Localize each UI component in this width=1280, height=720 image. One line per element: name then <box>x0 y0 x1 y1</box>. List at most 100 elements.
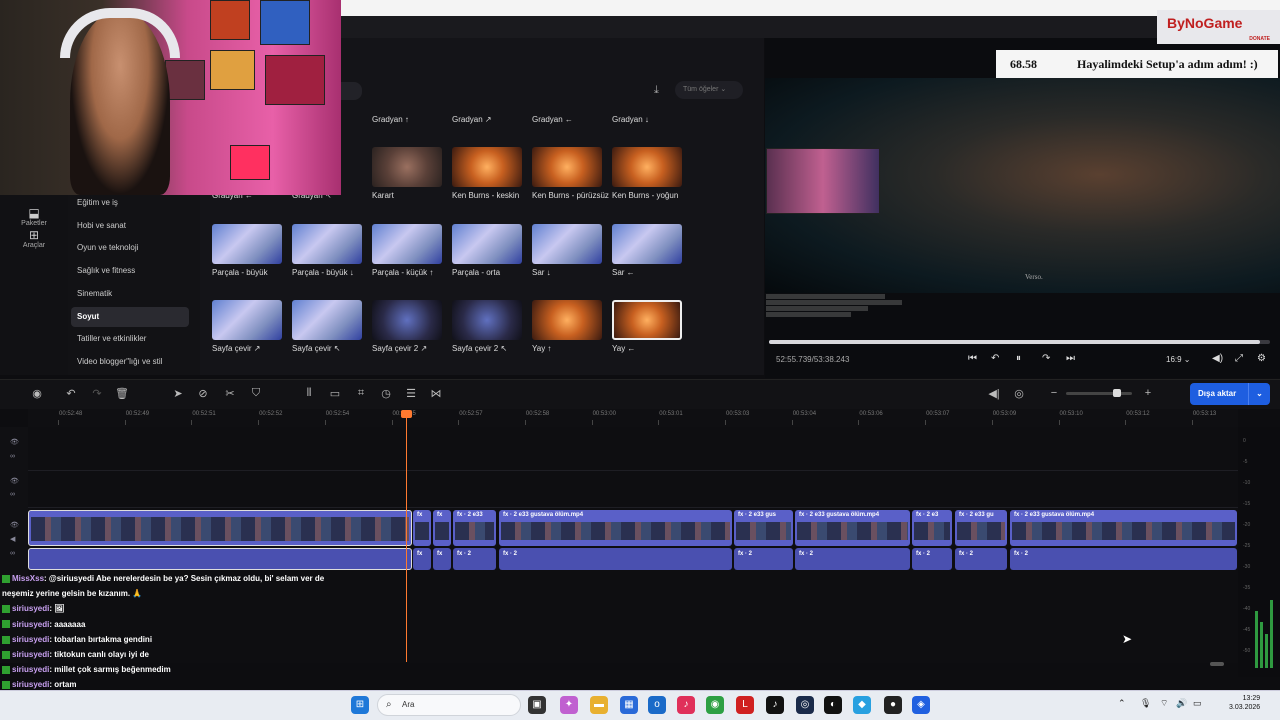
split-icon[interactable]: ⫴ <box>302 387 316 400</box>
volume-icon[interactable]: ◀) <box>1212 353 1223 364</box>
effect-thumbnail[interactable] <box>372 224 442 264</box>
video-clip[interactable]: fx · 2 e3 <box>912 510 952 546</box>
tiktok-icon[interactable]: ♪ <box>766 696 784 714</box>
effect-thumbnail[interactable] <box>452 147 522 187</box>
app-blue-icon[interactable]: ◆ <box>853 696 871 714</box>
steam-icon[interactable]: ◎ <box>796 696 814 714</box>
video-clip[interactable]: fx · 2 e33 gus <box>734 510 793 546</box>
video-clip[interactable]: fx · 2 e33 gustava ölüm.mp4 <box>499 510 732 546</box>
effect-thumbnail[interactable] <box>212 224 282 264</box>
effect-thumbnail[interactable] <box>372 300 442 340</box>
search-input[interactable] <box>340 82 362 100</box>
fullscreen-icon[interactable]: ⤢ <box>1235 353 1243 364</box>
audio-clip[interactable]: fx <box>413 548 431 570</box>
link-icon[interactable]: ∞ <box>10 491 15 498</box>
cut-icon[interactable]: ✂ <box>223 387 237 400</box>
export-button[interactable]: Dışa aktar ⌄ <box>1190 383 1270 405</box>
audio-clip[interactable]: fx · 2 <box>795 548 910 570</box>
audio-clip[interactable]: fx · 2 <box>734 548 793 570</box>
l-app-icon[interactable]: L <box>736 696 754 714</box>
chevron-down-icon[interactable]: ⌄ <box>1248 383 1270 405</box>
video-clip[interactable]: fx · 2 e33 gustava ölüm.mp4 <box>1010 510 1237 546</box>
category-item[interactable]: Sinematik <box>77 284 195 304</box>
taskbar-clock[interactable]: 13:29 3.03.2026 <box>1229 694 1260 712</box>
effect-thumbnail[interactable] <box>612 147 682 187</box>
eye-icon[interactable]: 👁 <box>10 438 19 446</box>
category-item[interactable]: Sağlık ve fitness <box>77 261 195 281</box>
audio-clip[interactable]: fx · 2 <box>499 548 732 570</box>
crop-icon[interactable]: ⌗ <box>354 387 368 400</box>
audio-icon[interactable]: ◀| <box>987 387 1001 400</box>
link-icon[interactable]: ∞ <box>10 550 15 557</box>
video-clip[interactable]: fx · 2 e33 gustava ölüm.mp4 <box>795 510 910 546</box>
category-item[interactable]: Eğitim ve iş <box>77 193 195 213</box>
scrollbar[interactable] <box>1210 662 1224 666</box>
redo-icon[interactable]: ↷ <box>90 387 104 400</box>
zoom-in-icon[interactable]: + <box>1141 387 1155 399</box>
speaker-icon[interactable]: ◀ <box>10 535 15 543</box>
zoom-slider[interactable] <box>1066 392 1132 395</box>
effect-thumbnail[interactable] <box>532 224 602 264</box>
copilot-icon[interactable]: ✦ <box>560 696 578 714</box>
windows-icon[interactable]: ⊞ <box>351 696 369 714</box>
category-item[interactable]: Hobi ve sanat <box>77 216 195 236</box>
effect-thumbnail[interactable] <box>212 300 282 340</box>
audio-clip[interactable]: fx · 2 <box>912 548 952 570</box>
tiktok-red-icon[interactable]: ♪ <box>677 696 695 714</box>
volume-icon[interactable]: 🔊 <box>1176 698 1187 709</box>
undo-icon[interactable]: ↶ <box>64 387 78 400</box>
store-icon[interactable]: ▦ <box>620 696 638 714</box>
effect-thumbnail[interactable] <box>372 147 442 187</box>
video-clip[interactable]: fx · 2 e33 <box>453 510 496 546</box>
eye-icon[interactable]: 👁 <box>10 521 19 529</box>
skip-back-icon[interactable]: ⏮ <box>968 353 977 364</box>
task-view-icon[interactable]: ▣ <box>528 696 546 714</box>
outlook-icon[interactable]: o <box>648 696 666 714</box>
select-tool-icon[interactable]: ➤ <box>171 387 185 400</box>
caption-icon[interactable]: ▭ <box>328 387 342 400</box>
battery-icon[interactable]: ▭ <box>1193 698 1202 709</box>
adjust-icon[interactable]: ☰ <box>404 387 418 400</box>
effect-thumbnail[interactable] <box>292 300 362 340</box>
playhead-handle[interactable] <box>401 410 412 418</box>
download-icon[interactable]: ⤓ <box>654 84 659 97</box>
rail-grid[interactable]: ⊞ Araçlar <box>8 228 60 249</box>
effect-thumbnail[interactable] <box>612 300 682 340</box>
pause-icon[interactable]: ⏸ <box>1016 353 1021 364</box>
wifi-icon[interactable]: ⌔ <box>1160 698 1168 709</box>
record-icon[interactable]: ◉ <box>30 387 44 400</box>
mic-icon[interactable]: 🎙 <box>1140 698 1151 709</box>
taskbar-search[interactable]: ⌕ Ara <box>377 694 521 716</box>
obs-icon[interactable]: ● <box>884 696 902 714</box>
audio-clip[interactable]: fx · 2 <box>453 548 496 570</box>
rewind-icon[interactable]: ↶ <box>991 353 999 364</box>
settings-icon[interactable]: ⚙ <box>1257 353 1266 364</box>
chrome-icon[interactable]: ◉ <box>706 696 724 714</box>
playhead[interactable] <box>406 410 407 662</box>
link-icon[interactable]: ∞ <box>10 453 15 460</box>
effect-thumbnail[interactable] <box>532 300 602 340</box>
video-clip[interactable]: fx <box>413 510 431 546</box>
eye-icon[interactable]: 👁 <box>10 477 19 485</box>
tray-chevron-icon[interactable]: ⌃ <box>1118 698 1126 709</box>
shield-icon[interactable]: ⛉ <box>249 387 263 400</box>
video-clip[interactable]: fx <box>433 510 451 546</box>
editor-icon[interactable]: ◈ <box>912 696 930 714</box>
audio-clip[interactable]: fx · 2 <box>955 548 1007 570</box>
main-audio-clip[interactable] <box>28 548 412 570</box>
audio-clip[interactable]: fx <box>433 548 451 570</box>
main-video-clip[interactable] <box>28 510 412 546</box>
effect-thumbnail[interactable] <box>612 224 682 264</box>
effect-thumbnail[interactable] <box>452 300 522 340</box>
rail-package[interactable]: ⬓ Paketler <box>8 206 60 227</box>
zoom-out-icon[interactable]: − <box>1047 387 1061 399</box>
github-icon[interactable]: ◐ <box>824 696 842 714</box>
transition-icon[interactable]: ⋈ <box>429 387 443 400</box>
skip-forward-icon[interactable]: ⏭ <box>1066 353 1075 364</box>
forward-icon[interactable]: ↷ <box>1042 353 1050 364</box>
snap-icon[interactable]: ◎ <box>1012 387 1026 400</box>
speed-icon[interactable]: ◷ <box>379 387 393 400</box>
effect-thumbnail[interactable] <box>452 224 522 264</box>
delete-icon[interactable]: 🗑 <box>115 387 129 400</box>
category-item[interactable]: Tatiller ve etkinlikler <box>77 329 195 349</box>
